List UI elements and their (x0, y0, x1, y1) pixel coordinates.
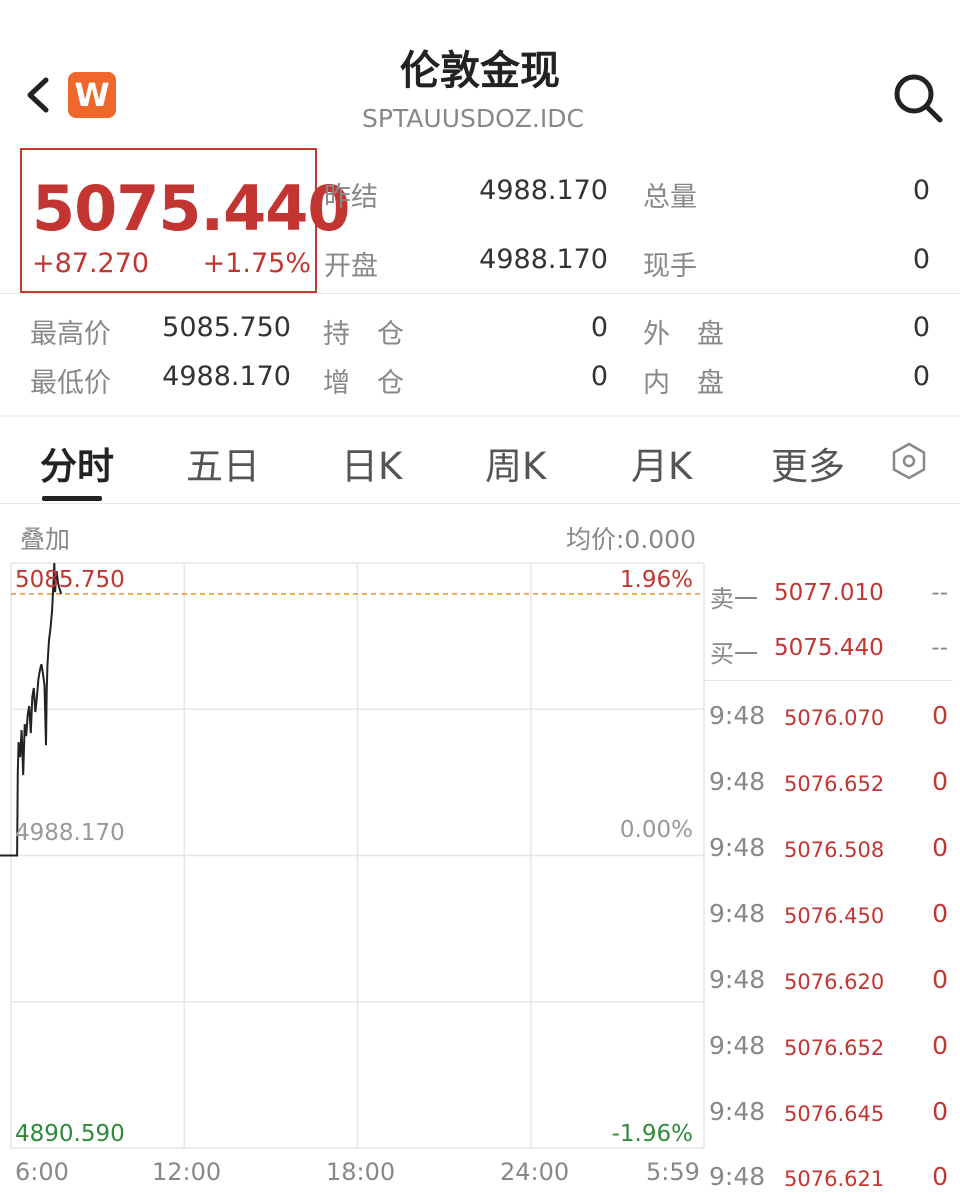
page-title: 伦敦金现 (400, 48, 560, 94)
tick-price: 5076.652 (784, 1036, 885, 1060)
y-label-base: 4988.170 (15, 820, 125, 846)
tick-price: 5076.508 (784, 838, 885, 862)
tab-intraday[interactable]: 分时 (40, 436, 114, 490)
average-price-label: 均价:0.000 (566, 525, 696, 554)
stat-value-total-volume: 0 (912, 175, 930, 206)
stat-label-inner: 内 盘 (643, 368, 724, 399)
stat-value-prev-settle: 4988.170 (479, 175, 608, 206)
tab-more[interactable]: 更多 (771, 436, 845, 490)
stat-value-low: 4988.170 (162, 361, 291, 392)
tick-time: 9:48 (709, 701, 766, 730)
stat-value-open-interest: 0 (590, 312, 608, 343)
tick-price: 5076.621 (784, 1167, 885, 1191)
stat-value-open: 4988.170 (479, 244, 608, 275)
chart-grid (10, 562, 705, 1149)
tick-price: 5076.620 (784, 970, 885, 994)
stat-value-current-hand: 0 (912, 244, 930, 275)
tab-weekly-k[interactable]: 周K (485, 436, 546, 490)
x-label-1: 12:00 (152, 1158, 221, 1186)
bid-volume: -- (931, 635, 948, 661)
tick-time: 9:48 (709, 767, 766, 796)
tick-time: 9:48 (709, 965, 766, 994)
tab-monthly-k[interactable]: 月K (631, 436, 692, 490)
tick-time: 9:48 (709, 1097, 766, 1126)
ask-label: 卖一 (710, 585, 758, 613)
stat-label-low: 最低价 (30, 368, 111, 399)
search-icon[interactable] (890, 70, 946, 124)
tick-volume: 0 (932, 833, 948, 862)
tick-volume: 0 (932, 965, 948, 994)
price-change: +87.270 (32, 248, 150, 279)
tick-volume: 0 (932, 1031, 948, 1060)
tick-time: 9:48 (709, 1162, 766, 1191)
tab-daily-k[interactable]: 日K (341, 436, 402, 490)
stat-value-inner: 0 (912, 361, 930, 392)
ask-volume: -- (931, 580, 948, 606)
stat-label-open-interest: 持 仓 (323, 319, 404, 350)
y-label-pct-base: 0.00% (620, 817, 693, 843)
tick-time: 9:48 (709, 833, 766, 862)
x-label-4: 5:59 (646, 1158, 700, 1186)
tick-time: 9:48 (709, 899, 766, 928)
x-label-3: 24:00 (500, 1158, 569, 1186)
tick-price: 5076.450 (784, 904, 885, 928)
divider (0, 293, 960, 294)
divider (0, 415, 960, 417)
tick-volume: 0 (932, 1097, 948, 1126)
overlay-button[interactable]: 叠加 (20, 520, 70, 556)
stat-value-oi-change: 0 (590, 361, 608, 392)
stat-value-high: 5085.750 (162, 312, 291, 343)
settings-hexagon-icon[interactable] (888, 440, 930, 482)
tab-active-indicator (42, 496, 102, 501)
divider (705, 680, 953, 681)
stat-label-oi-change: 增 仓 (323, 368, 404, 399)
tick-price: 5076.652 (784, 772, 885, 796)
stat-label-outer: 外 盘 (643, 319, 724, 350)
tick-price: 5076.070 (784, 706, 885, 730)
stat-label-total-volume: 总量 (643, 182, 697, 213)
symbol-code: SPTAUUSDOZ.IDC (362, 104, 584, 133)
y-label-pct-high: 1.96% (620, 567, 693, 593)
y-label-high: 5085.750 (15, 567, 125, 593)
stat-label-current-hand: 现手 (643, 251, 697, 282)
stat-label-open: 开盘 (324, 251, 378, 282)
stat-label-prev-settle: 昨结 (324, 182, 378, 213)
bid-price: 5075.440 (774, 635, 884, 661)
tick-volume: 0 (932, 767, 948, 796)
ask-price: 5077.010 (774, 580, 884, 606)
divider (0, 503, 960, 504)
tick-volume: 0 (932, 1162, 948, 1191)
price-change-percent: +1.75% (202, 248, 311, 279)
order-book-panel: 卖一 5077.010 -- 买一 5075.440 -- 9:48 5076.… (705, 555, 960, 1195)
stat-label-high: 最高价 (30, 319, 111, 350)
x-label-2: 18:00 (326, 1158, 395, 1186)
intraday-chart[interactable]: 5085.750 4988.170 4890.590 1.96% 0.00% -… (0, 555, 705, 1195)
tab-five-day[interactable]: 五日 (186, 436, 260, 490)
y-label-low: 4890.590 (15, 1121, 125, 1147)
tick-time: 9:48 (709, 1031, 766, 1060)
current-price: 5075.440 (32, 172, 351, 245)
header: W 伦敦金现 SPTAUUSDOZ.IDC (0, 0, 960, 145)
bid-label: 买一 (710, 640, 758, 668)
current-price-box: 5075.440 +87.270 +1.75% (20, 148, 351, 293)
tick-volume: 0 (932, 701, 948, 730)
x-label-0: 6:00 (15, 1158, 69, 1186)
tick-price: 5076.645 (784, 1102, 885, 1126)
tick-volume: 0 (932, 899, 948, 928)
y-label-pct-low: -1.96% (612, 1121, 693, 1147)
stat-value-outer: 0 (912, 312, 930, 343)
